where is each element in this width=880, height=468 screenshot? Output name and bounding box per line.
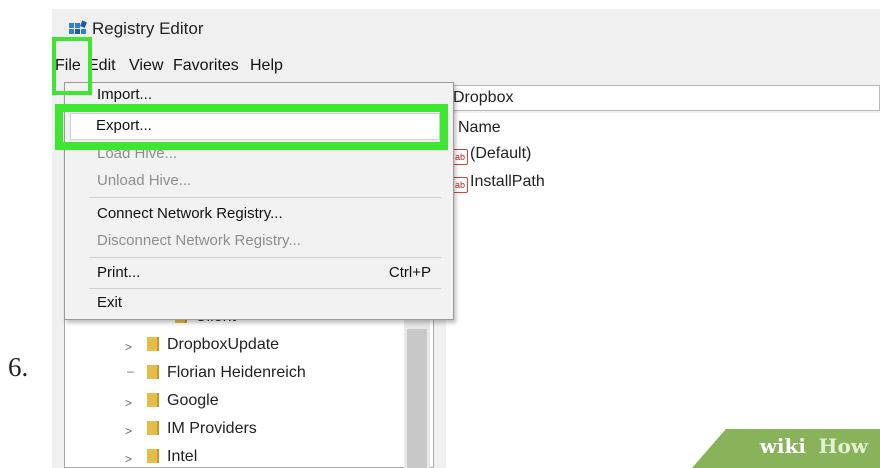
value-row-default[interactable]: ab (Default) bbox=[452, 145, 531, 165]
menu-bar: File Edit View Favorites Help bbox=[52, 53, 880, 79]
menu-help[interactable]: Help bbox=[250, 57, 283, 75]
tree-item-intel[interactable]: Intel bbox=[147, 448, 197, 466]
tree-connector-line: – bbox=[127, 364, 134, 378]
string-value-icon: ab bbox=[452, 149, 468, 165]
title-bar: Registry Editor bbox=[52, 9, 880, 49]
print-shortcut: Ctrl+P bbox=[388, 264, 431, 281]
menu-item-print[interactable]: Print... bbox=[97, 264, 140, 281]
registry-editor-window: Registry Editor File Edit View Favorites… bbox=[52, 9, 880, 468]
expand-chevron-icon[interactable]: > bbox=[125, 340, 132, 354]
folder-icon bbox=[147, 393, 159, 407]
menu-separator bbox=[89, 257, 441, 258]
export-highlight-annotation bbox=[55, 104, 448, 150]
menu-item-exit[interactable]: Exit bbox=[97, 294, 122, 311]
address-path: Dropbox bbox=[453, 89, 514, 106]
menu-separator bbox=[89, 288, 441, 289]
expand-chevron-icon[interactable]: > bbox=[125, 424, 132, 438]
folder-icon bbox=[147, 449, 159, 463]
menu-item-import[interactable]: Import... bbox=[97, 86, 152, 103]
watermark-wiki: wiki bbox=[759, 434, 806, 458]
tree-item-dropboxupdate[interactable]: DropboxUpdate bbox=[147, 336, 279, 354]
tree-scrollbar-thumb[interactable] bbox=[407, 329, 427, 468]
folder-icon bbox=[147, 337, 159, 351]
menu-item-connect-network-registry[interactable]: Connect Network Registry... bbox=[97, 205, 283, 222]
folder-icon bbox=[147, 365, 159, 379]
expand-chevron-icon[interactable]: > bbox=[125, 396, 132, 410]
menu-item-disconnect-network-registry[interactable]: Disconnect Network Registry... bbox=[97, 232, 301, 249]
expand-chevron-icon[interactable]: > bbox=[125, 452, 132, 466]
folder-icon bbox=[147, 421, 159, 435]
address-bar[interactable]: Dropbox bbox=[442, 85, 880, 111]
values-column-header[interactable]: Name bbox=[458, 119, 501, 137]
value-row-installpath[interactable]: ab InstallPath bbox=[452, 173, 545, 193]
values-pane: Name ab (Default) ab InstallPath bbox=[446, 113, 880, 468]
window-title: Registry Editor bbox=[92, 19, 204, 38]
step-number: 6. bbox=[8, 352, 29, 382]
menu-item-unload-hive[interactable]: Unload Hive... bbox=[97, 172, 191, 189]
menu-edit[interactable]: Edit bbox=[88, 57, 116, 75]
tree-item-im-providers[interactable]: IM Providers bbox=[147, 420, 257, 438]
watermark-how: How bbox=[818, 434, 868, 458]
menu-separator bbox=[89, 197, 441, 198]
tree-item-google[interactable]: Google bbox=[147, 392, 219, 410]
string-value-icon: ab bbox=[452, 177, 468, 193]
value-name: (Default) bbox=[470, 145, 532, 162]
registry-editor-icon bbox=[69, 20, 87, 34]
menu-favorites[interactable]: Favorites bbox=[173, 57, 239, 75]
tree-item-florian-heidenreich[interactable]: Florian Heidenreich bbox=[147, 364, 306, 382]
menu-view[interactable]: View bbox=[129, 57, 163, 75]
value-name: InstallPath bbox=[470, 173, 545, 190]
file-menu-highlight-annotation bbox=[52, 37, 92, 95]
